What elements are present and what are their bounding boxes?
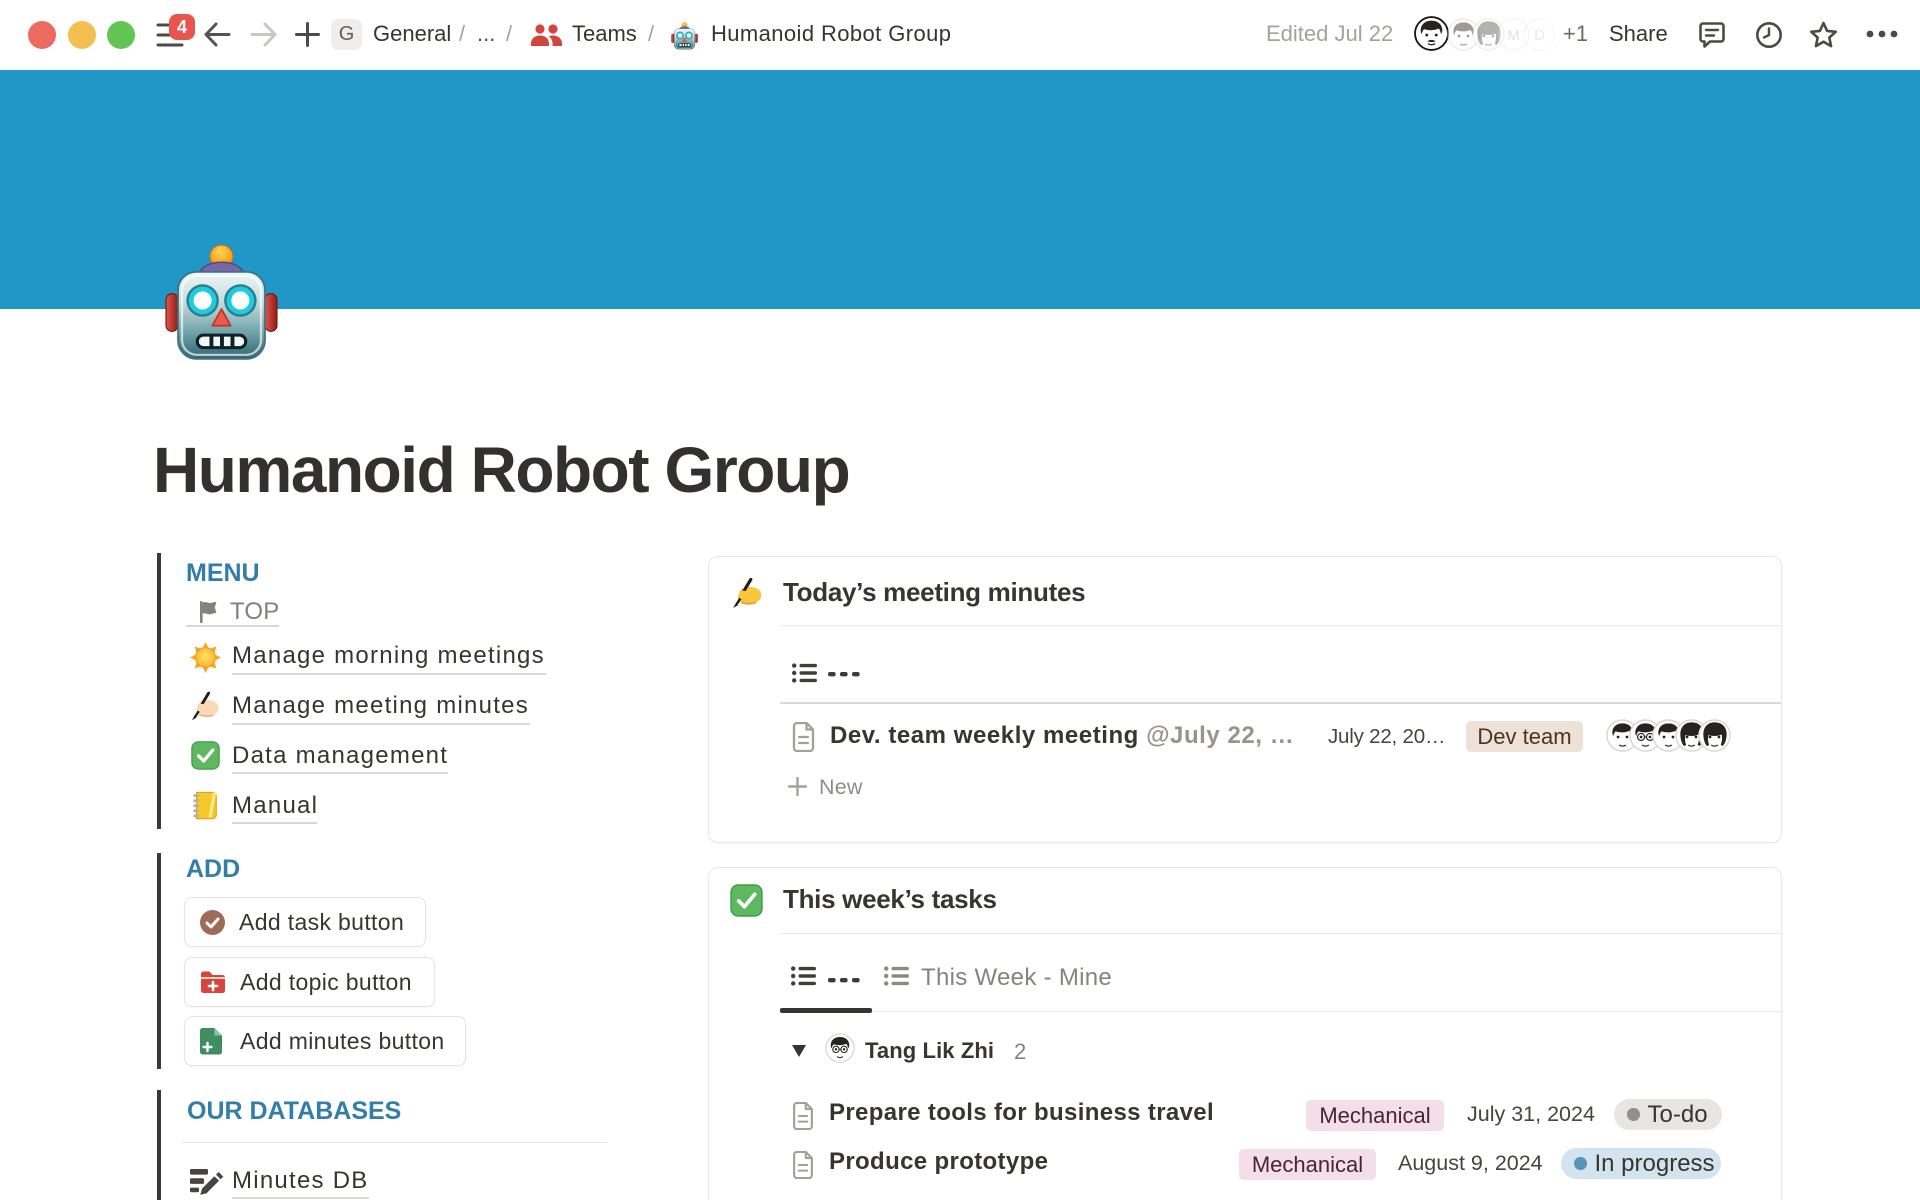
svg-text:D: D	[1534, 27, 1545, 44]
svg-text:M: M	[1507, 27, 1520, 44]
